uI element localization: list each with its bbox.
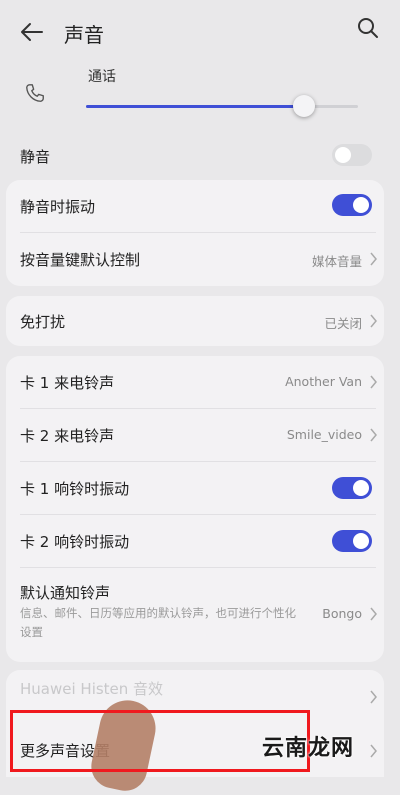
- notification-tone-row[interactable]: 默认通知铃声 信息、邮件、日历等应用的默认铃声，也可进行个性化设置 Bongo: [6, 568, 384, 662]
- vibrate-silent-label: 静音时振动: [20, 198, 96, 216]
- mute-row[interactable]: 静音: [6, 140, 384, 170]
- chevron-right-icon: [370, 607, 377, 621]
- sim1-vibrate-row[interactable]: 卡 1 响铃时振动: [6, 462, 384, 514]
- call-volume-slider[interactable]: [86, 95, 358, 117]
- chevron-right-icon: [370, 252, 377, 266]
- sim2-vibrate-label: 卡 2 响铃时振动: [20, 533, 130, 551]
- call-volume-label: 通话: [88, 69, 116, 85]
- toggle-knob: [335, 147, 351, 163]
- vibrate-silent-row[interactable]: 静音时振动: [6, 180, 384, 232]
- chevron-right-icon: [370, 744, 377, 758]
- slider-fill: [86, 105, 304, 108]
- histen-label: Huawei Histen 音效: [20, 680, 164, 698]
- dnd-card: 免打扰 已关闭: [6, 296, 384, 346]
- back-arrow-icon[interactable]: [20, 22, 44, 42]
- chevron-right-icon: [370, 375, 377, 389]
- top-bar: 声音: [0, 0, 400, 62]
- sim2-vibrate-row[interactable]: 卡 2 响铃时振动: [6, 515, 384, 567]
- phone-icon: [26, 84, 44, 102]
- toggle-knob: [353, 197, 369, 213]
- sim2-vibrate-toggle[interactable]: [332, 530, 372, 552]
- toggle-knob: [353, 533, 369, 549]
- sim1-vibrate-toggle[interactable]: [332, 477, 372, 499]
- page-title: 声音: [64, 23, 104, 47]
- dnd-row[interactable]: 免打扰 已关闭: [6, 296, 384, 346]
- sim2-ringtone-value: Smile_video: [286, 427, 362, 442]
- sim2-ringtone-row[interactable]: 卡 2 来电铃声 Smile_video: [6, 409, 384, 461]
- sim1-ringtone-value: Another Van: [285, 374, 362, 389]
- sim2-ringtone-label: 卡 2 来电铃声: [20, 427, 115, 445]
- ringtone-card: 卡 1 来电铃声 Another Van 卡 2 来电铃声 Smile_vide…: [6, 356, 384, 662]
- dnd-label: 免打扰: [20, 313, 66, 331]
- mute-toggle[interactable]: [332, 144, 372, 166]
- notification-tone-value: Bongo: [322, 606, 362, 621]
- chevron-right-icon: [370, 690, 377, 704]
- sim1-ringtone-label: 卡 1 来电铃声: [20, 374, 115, 392]
- sim1-vibrate-label: 卡 1 响铃时振动: [20, 480, 130, 498]
- slider-thumb[interactable]: [292, 95, 315, 117]
- sim1-ringtone-row[interactable]: 卡 1 来电铃声 Another Van: [6, 356, 384, 408]
- notification-tone-label: 默认通知铃声: [20, 584, 111, 602]
- vibration-card: 静音时振动 按音量键默认控制 媒体音量: [6, 180, 384, 286]
- search-icon[interactable]: [356, 16, 380, 40]
- dnd-value: 已关闭: [324, 316, 362, 331]
- notification-tone-description: 信息、邮件、日历等应用的默认铃声，也可进行个性化设置: [20, 606, 296, 639]
- chevron-right-icon: [370, 314, 377, 328]
- toggle-knob: [353, 480, 369, 496]
- volume-key-row[interactable]: 按音量键默认控制 媒体音量: [6, 233, 384, 286]
- vibrate-silent-toggle[interactable]: [332, 194, 372, 216]
- volume-key-value: 媒体音量: [311, 254, 362, 269]
- chevron-right-icon: [370, 428, 377, 442]
- volume-key-label: 按音量键默认控制: [20, 251, 141, 269]
- mute-label: 静音: [20, 148, 51, 166]
- watermark-text: 云南龙网: [262, 736, 355, 761]
